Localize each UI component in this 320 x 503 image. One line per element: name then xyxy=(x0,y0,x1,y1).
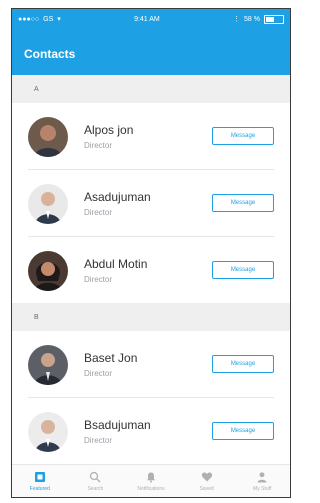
message-button[interactable]: Message xyxy=(212,355,274,373)
contact-role: Director xyxy=(84,208,113,217)
message-button[interactable]: Message xyxy=(212,194,274,212)
contact-name: Abdul Motin xyxy=(84,257,148,271)
tab-featured[interactable]: Featured xyxy=(16,465,64,492)
person-icon xyxy=(255,470,269,484)
phone-screen: ●●●○○ GS ▾ 9:41 AM ⋮ 58 % Contacts A Alp… xyxy=(11,8,291,498)
page-title: Contacts xyxy=(24,47,76,61)
tab-search[interactable]: Search xyxy=(71,465,119,492)
contact-row[interactable]: Alpos jon Director Message xyxy=(28,103,274,170)
avatar xyxy=(28,184,68,224)
section-letter: A xyxy=(34,85,39,93)
carrier-label: GS xyxy=(43,15,54,23)
avatar-image xyxy=(28,117,68,157)
contact-row[interactable]: Abdul Motin Director Message xyxy=(28,237,274,303)
battery-percent: 58 % xyxy=(244,15,260,23)
battery-icon xyxy=(264,14,284,24)
tab-notifications[interactable]: Notifications xyxy=(127,465,175,492)
contact-row[interactable]: Bsadujuman Director Message xyxy=(28,398,274,464)
tab-my-stuff[interactable]: My Stuff xyxy=(238,465,286,492)
message-button[interactable]: Message xyxy=(212,422,274,440)
message-button[interactable]: Message xyxy=(212,261,274,279)
avatar xyxy=(28,412,68,452)
search-icon xyxy=(88,470,102,484)
contact-row[interactable]: Baset Jon Director Message xyxy=(28,331,274,398)
avatar-image xyxy=(28,412,68,452)
avatar-image xyxy=(28,345,68,385)
heart-icon xyxy=(200,470,214,484)
avatar xyxy=(28,117,68,157)
contact-role: Director xyxy=(84,141,113,150)
avatar xyxy=(28,251,68,291)
tab-label: Search xyxy=(87,486,104,492)
contact-row[interactable]: Asadujuman Director Message xyxy=(28,170,274,237)
section-header-a: A xyxy=(12,75,290,103)
section-header-b: B xyxy=(12,303,290,331)
bell-icon xyxy=(144,470,158,484)
wifi-icon: ▾ xyxy=(57,16,61,23)
battery-fill xyxy=(266,16,274,22)
contact-list[interactable]: A Alpos jon Director Message Asadujuman … xyxy=(12,75,290,465)
status-bar: ●●●○○ GS ▾ 9:41 AM ⋮ 58 % xyxy=(12,9,290,29)
nav-bar: Contacts xyxy=(12,29,290,75)
avatar-image xyxy=(28,184,68,224)
tab-label: Featured xyxy=(29,486,50,492)
tab-bar: Featured Search Notifications Saved My S… xyxy=(12,464,290,497)
tab-label: Notifications xyxy=(137,486,165,492)
bluetooth-icon: ⋮ xyxy=(233,16,241,23)
message-button[interactable]: Message xyxy=(212,127,274,145)
tab-label: Saved xyxy=(199,486,214,492)
section-letter: B xyxy=(34,313,39,321)
status-time: 9:41 AM xyxy=(134,15,160,23)
featured-icon xyxy=(33,470,47,484)
contact-name: Asadujuman xyxy=(84,190,151,204)
contact-role: Director xyxy=(84,275,113,284)
avatar xyxy=(28,345,68,385)
tab-saved[interactable]: Saved xyxy=(183,465,231,492)
contact-name: Baset Jon xyxy=(84,351,138,365)
avatar-image xyxy=(28,251,68,291)
contact-role: Director xyxy=(84,369,113,378)
signal-icon: ●●●○○ xyxy=(18,15,40,23)
tab-label: My Stuff xyxy=(253,486,272,492)
status-left: ●●●○○ GS ▾ xyxy=(18,15,61,24)
contact-role: Director xyxy=(84,436,113,445)
contact-name: Alpos jon xyxy=(84,123,134,137)
status-right: ⋮ 58 % xyxy=(233,14,284,24)
contact-name: Bsadujuman xyxy=(84,418,151,432)
